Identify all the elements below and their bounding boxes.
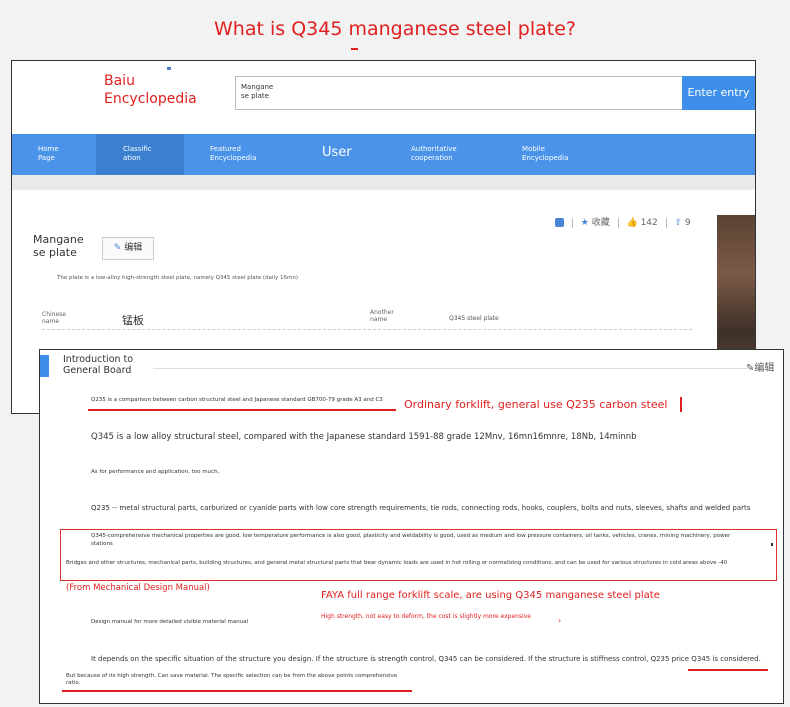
- paragraph-q345-structures: Bridges and other structures, mechanical…: [66, 560, 728, 566]
- annotation-ordinary-forklift: Ordinary forklift, general use Q235 carb…: [404, 398, 668, 411]
- annotation-high-strength: High strength, not easy to deform, the c…: [321, 613, 531, 620]
- nav-mobile-line-2: Encyclopedia: [522, 154, 569, 162]
- lemma-title: Mangane se plate: [33, 233, 84, 259]
- paragraph-q345-low-alloy: Q345 is a low alloy structural steel, co…: [91, 432, 637, 442]
- collect-label[interactable]: 收藏: [592, 218, 610, 228]
- paragraph-high-strength-line-1: But because of its high strength. Can sa…: [66, 673, 398, 679]
- annotation-arrow: ›: [558, 616, 562, 625]
- nav-home-line-1: Home: [38, 145, 59, 153]
- red-underline: [62, 690, 412, 692]
- section-title-line-1: Introduction to: [63, 354, 134, 365]
- section-title: Introduction to General Board: [63, 354, 133, 376]
- section-edit-label: 编辑: [754, 363, 775, 374]
- lemma-summary: The plate is a low-alloy high-strength s…: [57, 275, 298, 281]
- box-dot: [771, 543, 773, 546]
- nav-classification-line-2: ation: [123, 154, 141, 162]
- red-underline: [688, 669, 768, 671]
- paragraph-structure-control: It depends on the specific situation of …: [91, 655, 761, 663]
- nav-home-line-2: Page: [38, 154, 55, 162]
- section-divider: [153, 368, 748, 369]
- nav-spacer: [12, 175, 755, 190]
- red-underline: [88, 409, 396, 411]
- pencil-icon: ✎: [113, 243, 122, 253]
- nav-authoritative-line-1: Authoritative: [411, 145, 457, 153]
- info-label-line-1: Chinese: [42, 311, 66, 318]
- section-marker: [40, 355, 49, 377]
- info-label-line-2: name: [42, 318, 60, 325]
- nav-authoritative-line-2: cooperation: [411, 154, 453, 162]
- toolbar-divider: [617, 217, 619, 228]
- search-value-line-2: se plate: [241, 92, 269, 100]
- paragraph-design-manual: Design manual for more detailed visible …: [91, 619, 249, 625]
- lemma-title-line-2: se plate: [33, 246, 77, 259]
- info-value-another-name: Q345 steel plate: [449, 315, 499, 322]
- red-tick-mark: [680, 397, 682, 412]
- search-value-line-1: Mangane: [241, 83, 274, 91]
- share-icon[interactable]: ⇪: [675, 218, 683, 228]
- toolbar-divider: [571, 217, 573, 228]
- paragraph-q345-properties: Q345-comprehensive mechanical properties…: [91, 533, 731, 539]
- logo-mark-icon: [167, 67, 171, 70]
- nav-item-authoritative[interactable]: Authoritative cooperation: [411, 145, 457, 163]
- nav-item-mobile[interactable]: Mobile Encyclopedia: [522, 145, 568, 163]
- nav-item-featured[interactable]: Featured Encyclopedia: [210, 145, 256, 163]
- nav-classification-line-1: Classific: [123, 145, 152, 153]
- alias-label-line-2: name: [370, 316, 388, 323]
- info-label-another-name: Another name: [370, 309, 394, 323]
- section-title-line-2: General Board: [63, 365, 132, 376]
- basic-info-row: Chinese name 锰板 Another name Q345 steel …: [42, 309, 692, 330]
- nav-featured-line-2: Encyclopedia: [210, 154, 257, 162]
- edit-button[interactable]: ✎ 编辑: [102, 237, 154, 260]
- title-underline-mark: [351, 48, 358, 50]
- like-count: 142: [640, 218, 658, 228]
- enter-entry-button[interactable]: Enter entry: [682, 76, 755, 110]
- paragraph-high-strength-line-2: ratio.: [66, 680, 81, 686]
- source-note: (From Mechanical Design Manual): [66, 583, 210, 593]
- paragraph-performance: As for performance and application, too …: [91, 469, 220, 475]
- paragraph-q235-uses: Q235 -- metal structural parts, carburiz…: [91, 504, 751, 512]
- edit-label: 编辑: [124, 243, 143, 253]
- info-value-chinese-name: 锰板: [122, 314, 144, 327]
- main-nav: Home Page Classific ation Featured Encyc…: [12, 134, 755, 175]
- nav-mobile-line-1: Mobile: [522, 145, 545, 153]
- nav-item-home[interactable]: Home Page: [38, 145, 59, 163]
- search-value: Mangane se plate: [241, 83, 273, 101]
- plus-icon[interactable]: [555, 218, 564, 227]
- site-logo[interactable]: Baiu Encyclopedia: [104, 72, 197, 108]
- logo-line-2: Encyclopedia: [104, 91, 197, 107]
- logo-line-1: Baiu: [104, 73, 135, 89]
- star-icon[interactable]: ★: [581, 218, 589, 228]
- lemma-title-line-1: Mangane: [33, 233, 84, 246]
- paragraph-q345-properties-cont: stations: [91, 541, 113, 547]
- section-edit-button[interactable]: ✎编辑: [746, 359, 774, 374]
- nav-featured-line-1: Featured: [210, 145, 241, 153]
- annotation-faya-forklift: FAYA full range forklift scale, are usin…: [321, 590, 660, 601]
- paragraph-high-strength: But because of its high strength. Can sa…: [66, 673, 397, 687]
- info-label-chinese-name: Chinese name: [42, 311, 66, 325]
- alias-label-line-1: Another: [370, 309, 394, 316]
- share-count: 9: [684, 218, 691, 228]
- thumbs-up-icon[interactable]: 👍: [626, 218, 637, 228]
- search-input[interactable]: Mangane se plate: [235, 76, 683, 110]
- nav-item-classification[interactable]: Classific ation: [96, 134, 184, 175]
- lemma-toolbar: ★ 收藏 👍 142 ⇪ 9: [555, 215, 691, 229]
- introduction-screenshot: Introduction to General Board ✎编辑 Q235 i…: [39, 349, 784, 704]
- nav-item-user[interactable]: User: [322, 145, 352, 161]
- page-title: What is Q345 manganese steel plate?: [214, 18, 576, 40]
- paragraph-q235-comparison: Q235 is a comparison between carbon stru…: [91, 397, 383, 403]
- toolbar-divider: [665, 217, 667, 228]
